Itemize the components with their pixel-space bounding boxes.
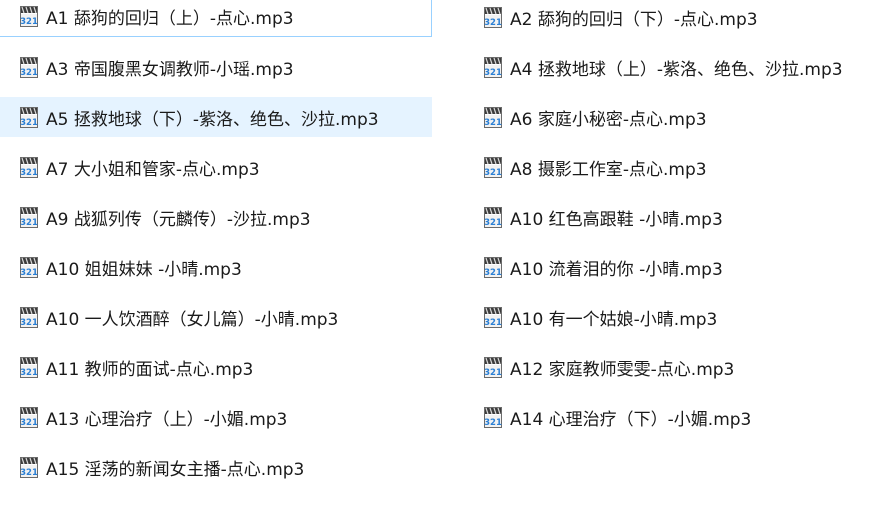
svg-text:321: 321 bbox=[484, 118, 502, 128]
svg-text:321: 321 bbox=[20, 368, 38, 378]
svg-text:321: 321 bbox=[20, 468, 38, 478]
svg-text:321: 321 bbox=[20, 118, 38, 128]
svg-text:321: 321 bbox=[484, 368, 502, 378]
file-name: A4 拯救地球（上）-紫洛、绝色、沙拉.mp3 bbox=[510, 59, 843, 80]
file-item[interactable]: 321 A1 舔狗的回归（上）-点心.mp3 bbox=[0, 0, 432, 37]
svg-text:321: 321 bbox=[484, 218, 502, 228]
svg-text:321: 321 bbox=[484, 318, 502, 328]
file-item[interactable]: 321 A10 姐姐妹妹 -小晴.mp3 bbox=[0, 247, 432, 287]
file-name: A2 舔狗的回归（下）-点心.mp3 bbox=[510, 9, 758, 30]
media-file-icon: 321 bbox=[482, 106, 505, 129]
file-item[interactable]: 321 A10 一人饮酒醉（女儿篇）-小晴.mp3 bbox=[0, 297, 432, 337]
file-name: A1 舔狗的回归（上）-点心.mp3 bbox=[46, 9, 294, 29]
file-item[interactable]: 321 A10 有一个姑娘-小晴.mp3 bbox=[465, 297, 865, 337]
media-file-icon: 321 bbox=[18, 456, 41, 479]
media-file-icon: 321 bbox=[482, 156, 505, 179]
media-file-icon: 321 bbox=[482, 356, 505, 379]
file-item[interactable]: 321 A12 家庭教师雯雯-点心.mp3 bbox=[465, 347, 865, 387]
svg-text:321: 321 bbox=[20, 17, 38, 27]
svg-text:321: 321 bbox=[20, 318, 38, 328]
file-name: A13 心理治疗（上）-小媚.mp3 bbox=[46, 409, 288, 430]
media-file-icon: 321 bbox=[18, 406, 41, 429]
file-item[interactable]: 321 A4 拯救地球（上）-紫洛、绝色、沙拉.mp3 bbox=[465, 47, 865, 87]
file-item[interactable]: 321 A10 红色高跟鞋 -小晴.mp3 bbox=[465, 197, 865, 237]
file-name: A14 心理治疗（下）-小媚.mp3 bbox=[510, 409, 752, 430]
file-name: A10 流着泪的你 -小晴.mp3 bbox=[510, 259, 723, 280]
file-item[interactable]: 321 A13 心理治疗（上）-小媚.mp3 bbox=[0, 397, 432, 437]
media-file-icon: 321 bbox=[482, 56, 505, 79]
file-name: A15 淫荡的新闻女主播-点心.mp3 bbox=[46, 459, 305, 480]
file-item[interactable]: 321 A11 教师的面试-点心.mp3 bbox=[0, 347, 432, 387]
media-file-icon: 321 bbox=[18, 256, 41, 279]
media-file-icon: 321 bbox=[18, 356, 41, 379]
file-name: A5 拯救地球（下）-紫洛、绝色、沙拉.mp3 bbox=[46, 109, 379, 130]
svg-text:321: 321 bbox=[484, 268, 502, 278]
file-item[interactable]: 321 A8 摄影工作室-点心.mp3 bbox=[465, 147, 865, 187]
svg-text:321: 321 bbox=[20, 168, 38, 178]
media-file-icon: 321 bbox=[18, 106, 41, 129]
file-item[interactable]: 321 A14 心理治疗（下）-小媚.mp3 bbox=[465, 397, 865, 437]
file-list: 321 A1 舔狗的回归（上）-点心.mp3 321 A2 舔狗的回归（下）-点心.m… bbox=[0, 0, 873, 505]
file-item[interactable]: 321 A2 舔狗的回归（下）-点心.mp3 bbox=[465, 0, 865, 37]
media-file-icon: 321 bbox=[482, 306, 505, 329]
file-item[interactable]: 321 A7 大小姐和管家-点心.mp3 bbox=[0, 147, 432, 187]
file-item[interactable]: 321 A10 流着泪的你 -小晴.mp3 bbox=[465, 247, 865, 287]
media-file-icon: 321 bbox=[482, 206, 505, 229]
file-name: A10 一人饮酒醉（女儿篇）-小晴.mp3 bbox=[46, 309, 339, 330]
file-name: A9 战狐列传（元麟传）-沙拉.mp3 bbox=[46, 209, 311, 230]
svg-text:321: 321 bbox=[20, 268, 38, 278]
media-file-icon: 321 bbox=[482, 6, 505, 29]
svg-text:321: 321 bbox=[20, 68, 38, 78]
svg-text:321: 321 bbox=[484, 18, 502, 28]
media-file-icon: 321 bbox=[482, 406, 505, 429]
file-name: A12 家庭教师雯雯-点心.mp3 bbox=[510, 359, 735, 380]
svg-text:321: 321 bbox=[20, 218, 38, 228]
media-file-icon: 321 bbox=[18, 5, 41, 28]
media-file-icon: 321 bbox=[18, 306, 41, 329]
svg-text:321: 321 bbox=[484, 168, 502, 178]
file-item[interactable]: 321 A15 淫荡的新闻女主播-点心.mp3 bbox=[0, 447, 432, 487]
file-name: A7 大小姐和管家-点心.mp3 bbox=[46, 159, 260, 180]
media-file-icon: 321 bbox=[18, 56, 41, 79]
file-item[interactable]: 321 A6 家庭小秘密-点心.mp3 bbox=[465, 97, 865, 137]
media-file-icon: 321 bbox=[18, 206, 41, 229]
file-name: A3 帝国腹黑女调教师-小瑶.mp3 bbox=[46, 59, 294, 80]
svg-text:321: 321 bbox=[484, 418, 502, 428]
file-item[interactable]: 321 A9 战狐列传（元麟传）-沙拉.mp3 bbox=[0, 197, 432, 237]
media-file-icon: 321 bbox=[482, 256, 505, 279]
file-name: A8 摄影工作室-点心.mp3 bbox=[510, 159, 707, 180]
file-name: A10 有一个姑娘-小晴.mp3 bbox=[510, 309, 718, 330]
file-name: A10 姐姐妹妹 -小晴.mp3 bbox=[46, 259, 242, 280]
svg-text:321: 321 bbox=[484, 68, 502, 78]
file-name: A11 教师的面试-点心.mp3 bbox=[46, 359, 254, 380]
file-item[interactable]: 321 A3 帝国腹黑女调教师-小瑶.mp3 bbox=[0, 47, 432, 87]
media-file-icon: 321 bbox=[18, 156, 41, 179]
svg-text:321: 321 bbox=[20, 418, 38, 428]
file-name: A6 家庭小秘密-点心.mp3 bbox=[510, 109, 707, 130]
file-name: A10 红色高跟鞋 -小晴.mp3 bbox=[510, 209, 723, 230]
file-item[interactable]: 321 A5 拯救地球（下）-紫洛、绝色、沙拉.mp3 bbox=[0, 97, 432, 137]
